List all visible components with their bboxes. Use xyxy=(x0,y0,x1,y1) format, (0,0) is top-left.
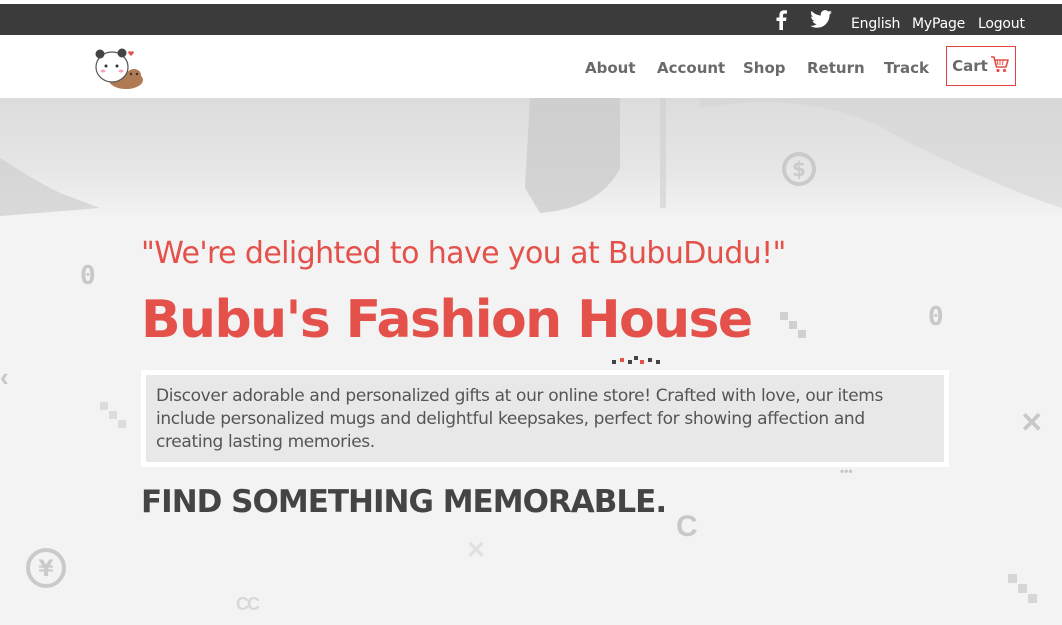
cart-button[interactable]: Cart xyxy=(946,46,1016,86)
hero-section: $ 0 0 C ¥ ✕ ✕ ‹ CC ••• xyxy=(0,98,1062,625)
welcome-quote: "We're delighted to have you at BubuDudu… xyxy=(141,236,786,271)
pixel-blocks-icon xyxy=(780,312,806,338)
copyright-glyph-icon: C xyxy=(676,510,698,543)
pixel-blocks-icon xyxy=(100,402,126,428)
subheading: FIND SOMETHING MEMORABLE. xyxy=(141,484,667,520)
svg-text:¥: ¥ xyxy=(38,557,54,582)
shopping-cart-icon xyxy=(990,54,1010,79)
description-text: Discover adorable and personalized gifts… xyxy=(146,375,944,462)
zero-glyph-icon: 0 xyxy=(80,261,96,291)
svg-text:$: $ xyxy=(792,157,806,181)
logout-link[interactable]: Logout xyxy=(978,16,1025,32)
nav-shop[interactable]: Shop xyxy=(743,59,786,77)
cart-label: Cart xyxy=(952,57,988,75)
pixel-blocks-icon xyxy=(1008,574,1038,604)
nav-track[interactable]: Track xyxy=(884,59,929,77)
dollar-coin-icon: $ xyxy=(780,150,818,193)
language-link[interactable]: English xyxy=(851,16,900,32)
yen-coin-icon: ¥ xyxy=(24,546,68,595)
mypage-link[interactable]: MyPage xyxy=(912,16,965,32)
main-nav: About Account Shop Return Track Cart xyxy=(0,35,1062,98)
twitter-icon[interactable] xyxy=(810,10,832,28)
hero-background-photo xyxy=(0,98,1062,218)
top-bar: English MyPage Logout xyxy=(0,4,1062,35)
nav-about[interactable]: About xyxy=(585,59,636,77)
nav-account[interactable]: Account xyxy=(657,59,725,77)
description-box: Discover adorable and personalized gifts… xyxy=(141,370,949,467)
pixel-pattern-icon xyxy=(610,356,664,370)
chevron-left-icon: ‹ xyxy=(0,362,9,392)
facebook-icon[interactable] xyxy=(775,10,787,30)
zero-glyph-icon: 0 xyxy=(928,302,944,332)
panda-bear-logo[interactable] xyxy=(90,45,146,91)
page-title: Bubu's Fashion House xyxy=(141,290,753,350)
close-glyph-icon: ✕ xyxy=(1020,407,1044,438)
close-glyph-icon: ✕ xyxy=(466,537,487,564)
copyright-glyph-icon: CC xyxy=(236,594,260,614)
nav-return[interactable]: Return xyxy=(807,59,865,77)
